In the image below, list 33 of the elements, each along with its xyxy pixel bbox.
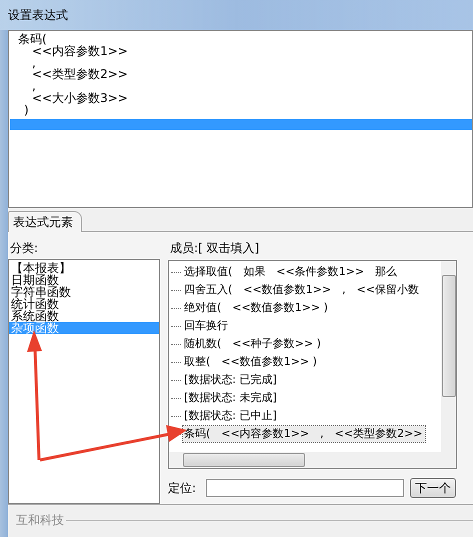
- window-title: 设置表达式: [8, 6, 68, 24]
- member-item[interactable]: 条码( <<内容参数1>> , <<类型参数2>>: [182, 425, 426, 443]
- member-item[interactable]: 回车换行: [182, 317, 231, 335]
- next-button[interactable]: 下一个: [410, 478, 456, 498]
- category-item[interactable]: 字符串函数: [9, 286, 159, 298]
- horizontal-scrollbar[interactable]: [169, 452, 456, 468]
- editor-line: ,: [31, 81, 36, 93]
- member-item[interactable]: [数据状态: 已中止]: [182, 407, 280, 425]
- category-item[interactable]: 统计函数: [9, 298, 159, 310]
- member-item[interactable]: 选择取值( 如果 <<条件参数1>> 那么: [182, 263, 400, 281]
- members-label: 成员:[ 双击填入]: [170, 240, 260, 256]
- editor-line: <<内容参数1>>: [32, 46, 128, 58]
- member-item[interactable]: 四舍五入( <<数值参数1>> , <<保留小数: [182, 281, 422, 299]
- category-item[interactable]: 【本报表】: [9, 262, 159, 274]
- member-item[interactable]: [数据状态: 未完成]: [182, 389, 280, 407]
- member-item[interactable]: [数据状态: 已完成]: [182, 371, 280, 389]
- editor-line: <<大小参数3>>: [31, 92, 128, 105]
- editor-line: <<类型参数2>>: [31, 69, 128, 82]
- expression-editor[interactable]: 条码( <<内容参数1>> , <<类型参数2>> , <<大小参数3>> ): [8, 30, 473, 208]
- member-item[interactable]: 绝对值( <<数值参数1>> ): [182, 299, 331, 317]
- editor-line: ): [23, 104, 29, 117]
- editor-line: ,: [31, 58, 36, 70]
- vertical-scrollbar[interactable]: [441, 261, 456, 452]
- locate-field[interactable]: [206, 479, 404, 497]
- category-item[interactable]: 日期函数: [9, 274, 159, 286]
- member-item[interactable]: 取整( <<数值参数1>> ): [182, 353, 320, 371]
- tab[interactable]: 表达式元素: [8, 211, 82, 232]
- editor-line: 条码(: [17, 34, 47, 46]
- member-item[interactable]: 随机数( <<种子参数>> ): [182, 335, 324, 353]
- category-item[interactable]: 系统函数: [9, 310, 159, 322]
- locate-label: 定位:: [168, 480, 196, 496]
- footer-label: 互和科技: [16, 512, 64, 528]
- category-label: 分类:: [10, 240, 38, 256]
